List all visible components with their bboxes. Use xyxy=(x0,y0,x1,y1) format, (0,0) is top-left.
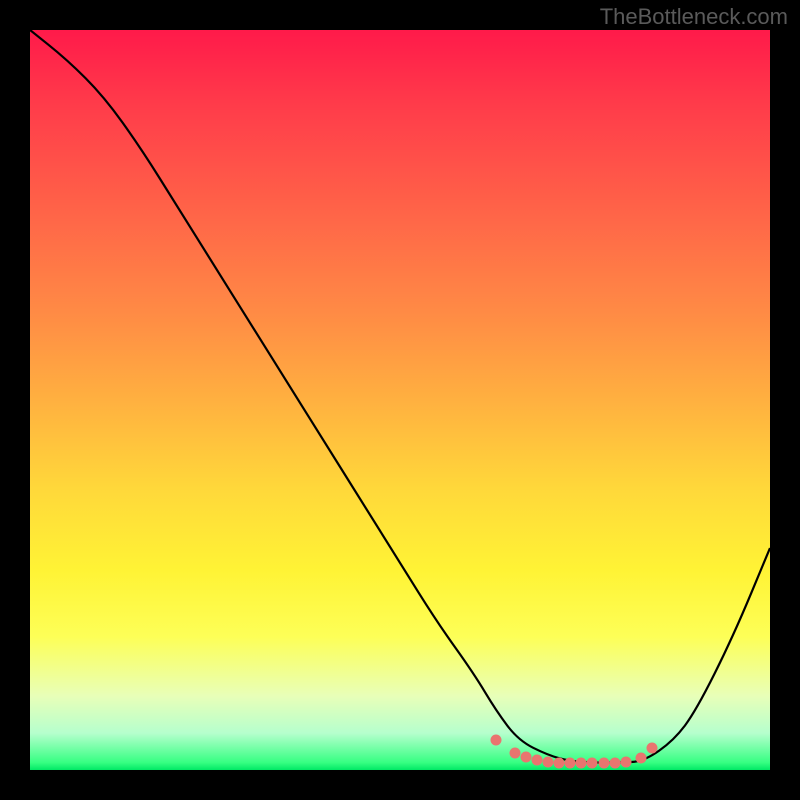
marker-layer xyxy=(30,30,770,770)
optimal-marker xyxy=(565,758,576,769)
optimal-marker xyxy=(491,735,502,746)
optimal-marker xyxy=(620,756,631,767)
optimal-marker xyxy=(520,751,531,762)
optimal-marker xyxy=(587,758,598,769)
optimal-marker xyxy=(554,757,565,768)
optimal-marker xyxy=(635,753,646,764)
optimal-marker xyxy=(598,758,609,769)
watermark-text: TheBottleneck.com xyxy=(600,4,788,30)
optimal-marker xyxy=(509,747,520,758)
optimal-marker xyxy=(609,757,620,768)
optimal-marker xyxy=(646,742,657,753)
optimal-marker xyxy=(543,756,554,767)
chart-area xyxy=(30,30,770,770)
optimal-marker xyxy=(576,758,587,769)
optimal-marker xyxy=(531,754,542,765)
